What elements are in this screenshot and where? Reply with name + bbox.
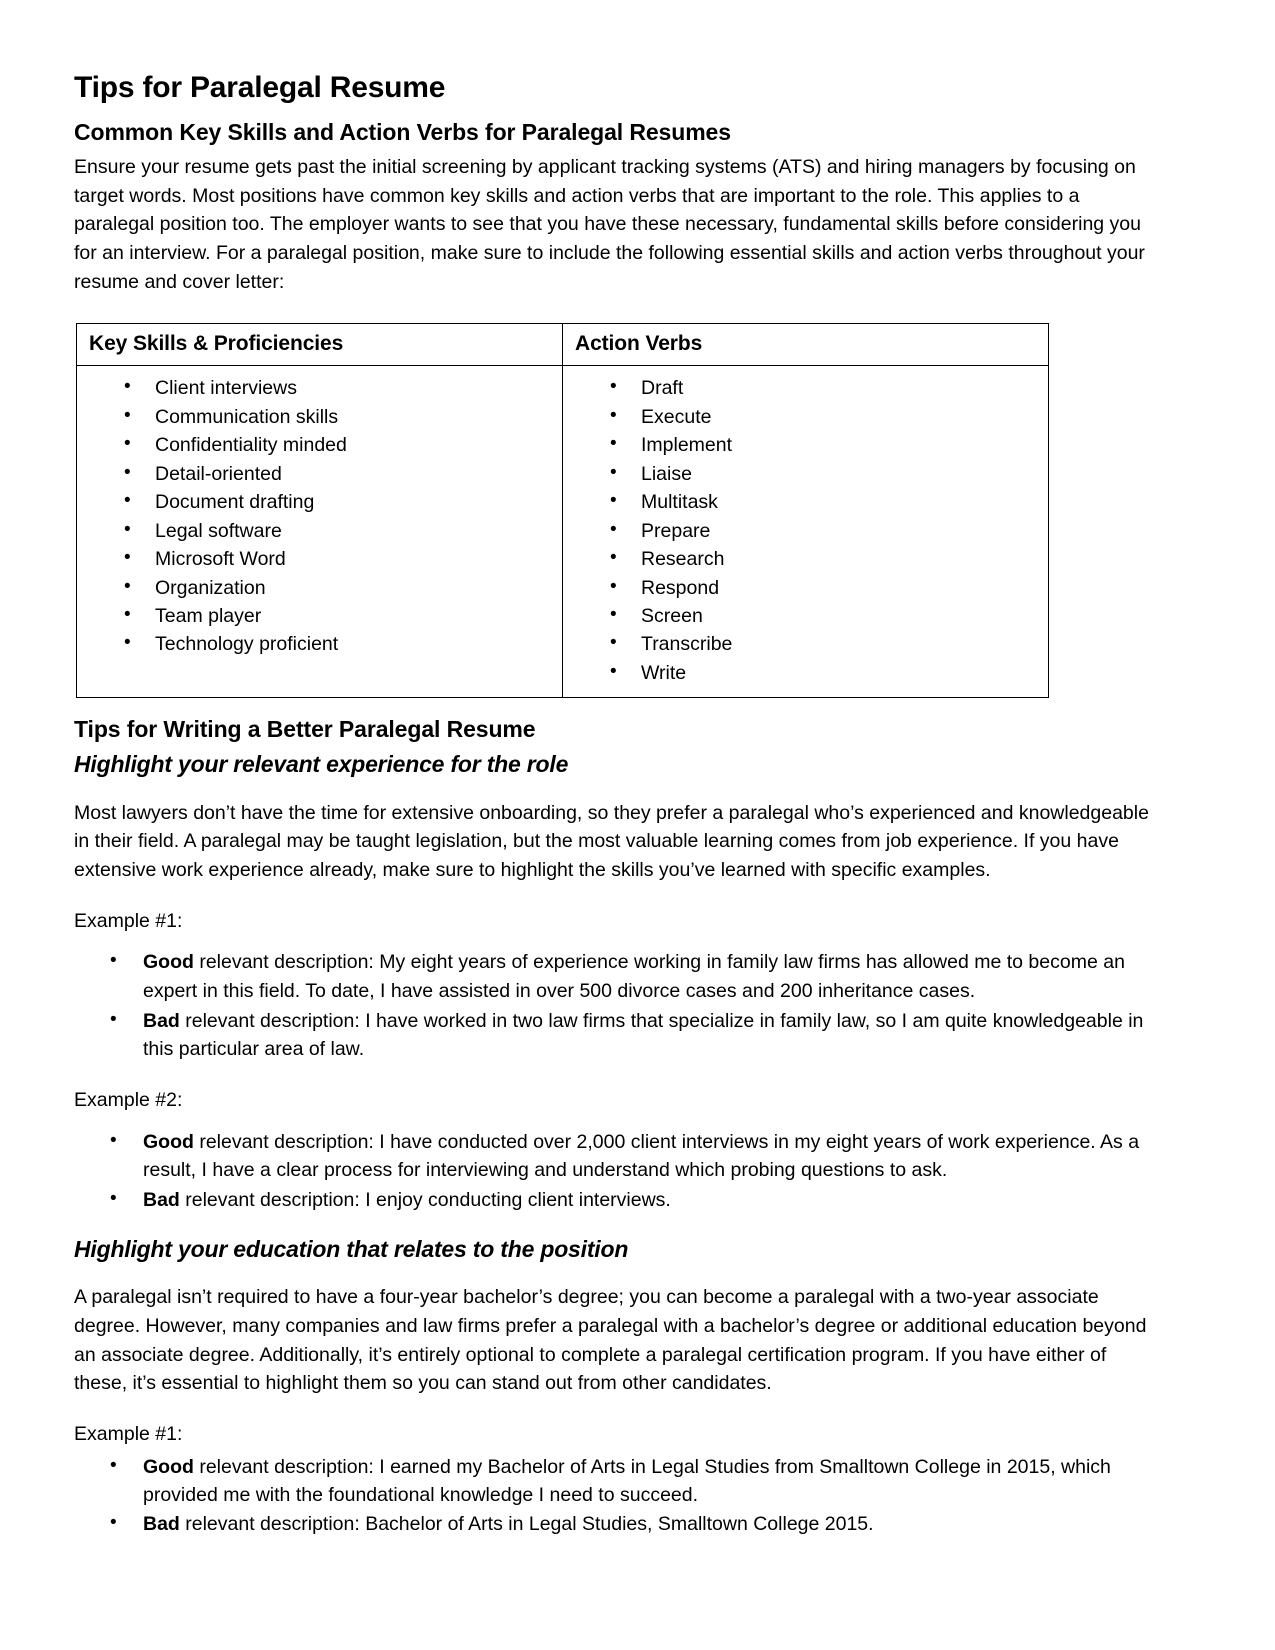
good-text: relevant description: I have conducted o… (143, 1130, 1140, 1182)
list-item: Confidentiality minded (77, 430, 562, 459)
table-header-row: Key Skills & Proficiencies Action Verbs (76, 323, 1049, 367)
section-heading-tips-for-writing: Tips for Writing a Better Paralegal Resu… (74, 716, 536, 743)
subheading-highlight-experience: Highlight your relevant experience for t… (74, 751, 569, 778)
list-item: Organization (77, 573, 562, 602)
list-item: Implement (563, 430, 1048, 459)
table-header-action-verbs: Action Verbs (562, 323, 1049, 367)
table-row: Client interviews Communication skills C… (76, 365, 1049, 699)
list-item-bad: Bad relevant description: I enjoy conduc… (74, 1185, 1150, 1215)
good-label: Good (143, 951, 194, 974)
good-label: Good (143, 1130, 194, 1153)
list-item: Screen (563, 601, 1048, 630)
list-item: Client interviews (77, 373, 562, 402)
page-title: Tips for Paralegal Resume (74, 71, 446, 104)
list-item: Communication skills (77, 402, 562, 431)
example-1-list-education: Good relevant description: I earned my B… (74, 1452, 1150, 1539)
list-item-good: Good relevant description: I have conduc… (74, 1127, 1150, 1185)
table-header-key-skills: Key Skills & Proficiencies (76, 323, 563, 367)
bad-label: Bad (143, 1188, 180, 1211)
list-item: Write (563, 658, 1048, 687)
table-cell-action-verbs: Draft Execute Implement Liaise Multitask… (562, 365, 1049, 699)
section-heading-common-key-skills: Common Key Skills and Action Verbs for P… (74, 119, 731, 146)
list-item: Respond (563, 573, 1048, 602)
good-label: Good (143, 1455, 194, 1478)
list-item: Legal software (77, 516, 562, 545)
list-item: Execute (563, 402, 1048, 431)
experience-paragraph: Most lawyers don’t have the time for ext… (74, 801, 1149, 882)
list-item: Document drafting (77, 487, 562, 516)
subheading-highlight-education: Highlight your education that relates to… (74, 1235, 629, 1262)
list-item: Microsoft Word (77, 544, 562, 573)
skills-and-verbs-table: Key Skills & Proficiencies Action Verbs … (76, 323, 1049, 699)
bad-label: Bad (143, 1512, 180, 1535)
example-2-list-experience: Good relevant description: I have conduc… (74, 1127, 1150, 1215)
list-item: Transcribe (563, 629, 1048, 658)
list-item-good: Good relevant description: My eight year… (74, 947, 1150, 1005)
list-item: Team player (77, 601, 562, 630)
list-item-good: Good relevant description: I earned my B… (74, 1452, 1150, 1510)
list-item: Technology proficient (77, 629, 562, 658)
good-text: relevant description: My eight years of … (143, 951, 1125, 1003)
intro-paragraph: Ensure your resume gets past the initial… (74, 155, 1145, 293)
education-paragraph: A paralegal isn’t required to have a fou… (74, 1286, 1147, 1395)
document-page: Tips for Paralegal Resume Common Key Ski… (0, 0, 1275, 1650)
bad-text: relevant description: Bachelor of Arts i… (179, 1512, 874, 1535)
key-skills-list: Client interviews Communication skills C… (77, 373, 562, 659)
list-item: Multitask (563, 487, 1048, 516)
good-text: relevant description: I earned my Bachel… (143, 1455, 1111, 1507)
action-verbs-list: Draft Execute Implement Liaise Multitask… (563, 373, 1048, 687)
bad-text: relevant description: I enjoy conducting… (179, 1188, 671, 1211)
list-item: Draft (563, 373, 1048, 402)
list-item: Prepare (563, 516, 1048, 545)
list-item: Research (563, 544, 1048, 573)
example-2-label-experience: Example #2: (74, 1089, 183, 1112)
list-item-bad: Bad relevant description: Bachelor of Ar… (74, 1509, 1150, 1539)
example-1-label-experience: Example #1: (74, 909, 183, 932)
bad-text: relevant description: I have worked in t… (143, 1009, 1144, 1061)
example-1-list-experience: Good relevant description: My eight year… (74, 947, 1150, 1064)
list-item-bad: Bad relevant description: I have worked … (74, 1006, 1150, 1064)
example-1-label-education: Example #1: (74, 1423, 183, 1446)
list-item: Detail-oriented (77, 459, 562, 488)
bad-label: Bad (143, 1009, 180, 1032)
table-cell-key-skills: Client interviews Communication skills C… (76, 365, 563, 699)
list-item: Liaise (563, 459, 1048, 488)
